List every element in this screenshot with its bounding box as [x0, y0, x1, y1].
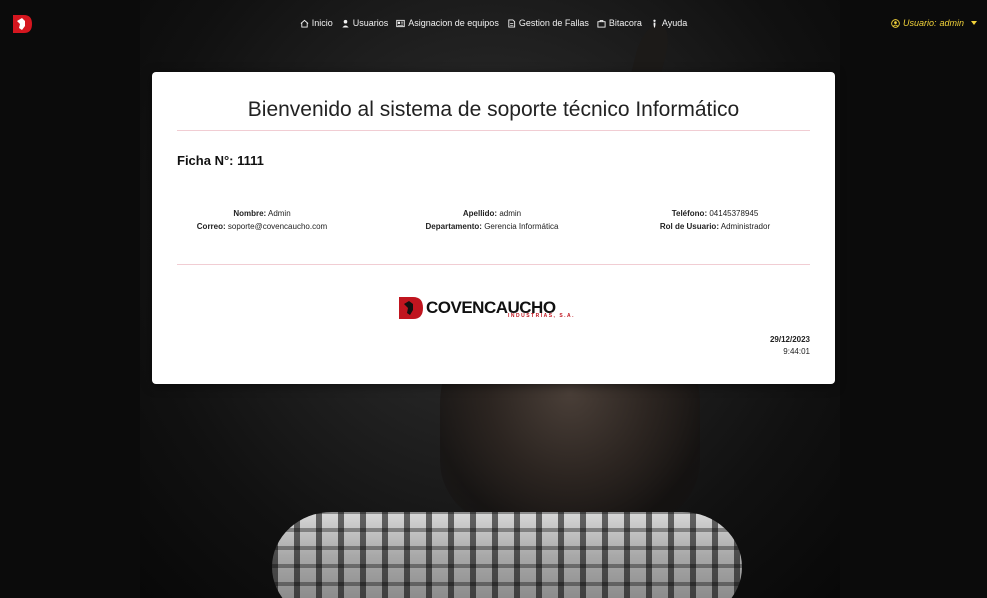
- page-title: Bienvenido al sistema de soporte técnico…: [247, 98, 740, 121]
- tire-image: [272, 512, 742, 598]
- nav-item-label: Usuarios: [352, 18, 389, 28]
- info-column-personal: Nombre: Admin Correo: soporte@covencauch…: [152, 207, 372, 233]
- field-label: Nombre:: [233, 209, 267, 218]
- nav-links: Inicio Usuarios Asignacion de equipos Ge…: [0, 18, 987, 28]
- covencaucho-logo-icon: [399, 297, 423, 319]
- info-column-contact: Teléfono: 04145378945 Rol de Usuario: Ad…: [605, 207, 825, 233]
- briefcase-icon: [597, 19, 606, 28]
- field-label: Apellido:: [462, 209, 498, 218]
- info-row-rol: Rol de Usuario: Administrador: [605, 220, 825, 233]
- help-figure-icon: [653, 19, 656, 28]
- navbar: Inicio Usuarios Asignacion de equipos Ge…: [0, 0, 987, 48]
- nav-item-gestion-fallas[interactable]: Gestion de Fallas: [507, 18, 589, 28]
- chevron-down-icon: [971, 21, 977, 25]
- divider: [177, 264, 810, 265]
- info-row-nombre: Nombre: Admin: [152, 207, 372, 220]
- field-label: Teléfono:: [671, 209, 708, 218]
- nav-item-label: Asignacion de equipos: [408, 18, 499, 28]
- field-value: admin: [499, 209, 522, 218]
- ficha-number: Ficha N°: 1111: [177, 153, 264, 168]
- user-menu-prefix: Usuario:: [902, 18, 937, 28]
- document-icon: [508, 18, 515, 28]
- brand-logo: COVENCAUCHO INDUSTRIAS, S.A.: [398, 296, 592, 320]
- nav-item-asignacion[interactable]: Asignacion de equipos: [396, 18, 499, 28]
- nav-item-usuarios[interactable]: Usuarios: [341, 18, 389, 28]
- field-label: Departamento:: [425, 222, 482, 231]
- field-value: Administrador: [720, 222, 771, 231]
- current-date: 29/12/2023: [769, 335, 810, 344]
- brand-subtitle: INDUSTRIAS, S.A.: [508, 313, 576, 319]
- home-icon: [300, 19, 309, 28]
- nav-item-bitacora[interactable]: Bitacora: [597, 18, 642, 28]
- nav-item-label: Inicio: [311, 18, 333, 28]
- user-circle-icon: [891, 18, 900, 28]
- info-row-departamento: Departamento: Gerencia Informática: [382, 220, 602, 233]
- user-icon: [342, 19, 349, 28]
- info-column-department: Apellido: admin Departamento: Gerencia I…: [382, 207, 602, 233]
- datetime: 29/12/2023 9:44:01: [770, 334, 810, 358]
- id-card-icon: [396, 19, 405, 27]
- field-label: Rol de Usuario:: [659, 222, 719, 231]
- info-row-apellido: Apellido: admin: [382, 207, 602, 220]
- field-value: Gerencia Informática: [484, 222, 559, 231]
- nav-item-label: Bitacora: [608, 18, 642, 28]
- field-label: Correo:: [196, 222, 226, 231]
- info-row-correo: Correo: soporte@covencaucho.com: [152, 220, 372, 233]
- nav-item-ayuda[interactable]: Ayuda: [650, 18, 687, 28]
- nav-item-label: Gestion de Fallas: [518, 18, 589, 28]
- info-row-telefono: Teléfono: 04145378945: [605, 207, 825, 220]
- divider: [177, 130, 810, 131]
- nav-item-label: Ayuda: [661, 18, 688, 28]
- field-value: Admin: [267, 209, 291, 218]
- nav-item-inicio[interactable]: Inicio: [300, 18, 333, 28]
- user-menu-name: admin: [939, 18, 964, 28]
- current-time: 9:44:01: [783, 347, 810, 356]
- field-value: 04145378945: [709, 209, 759, 218]
- field-value: soporte@covencaucho.com: [227, 222, 328, 231]
- user-menu-dropdown[interactable]: Usuario: admin: [891, 18, 977, 28]
- welcome-card: Bienvenido al sistema de soporte técnico…: [152, 72, 835, 384]
